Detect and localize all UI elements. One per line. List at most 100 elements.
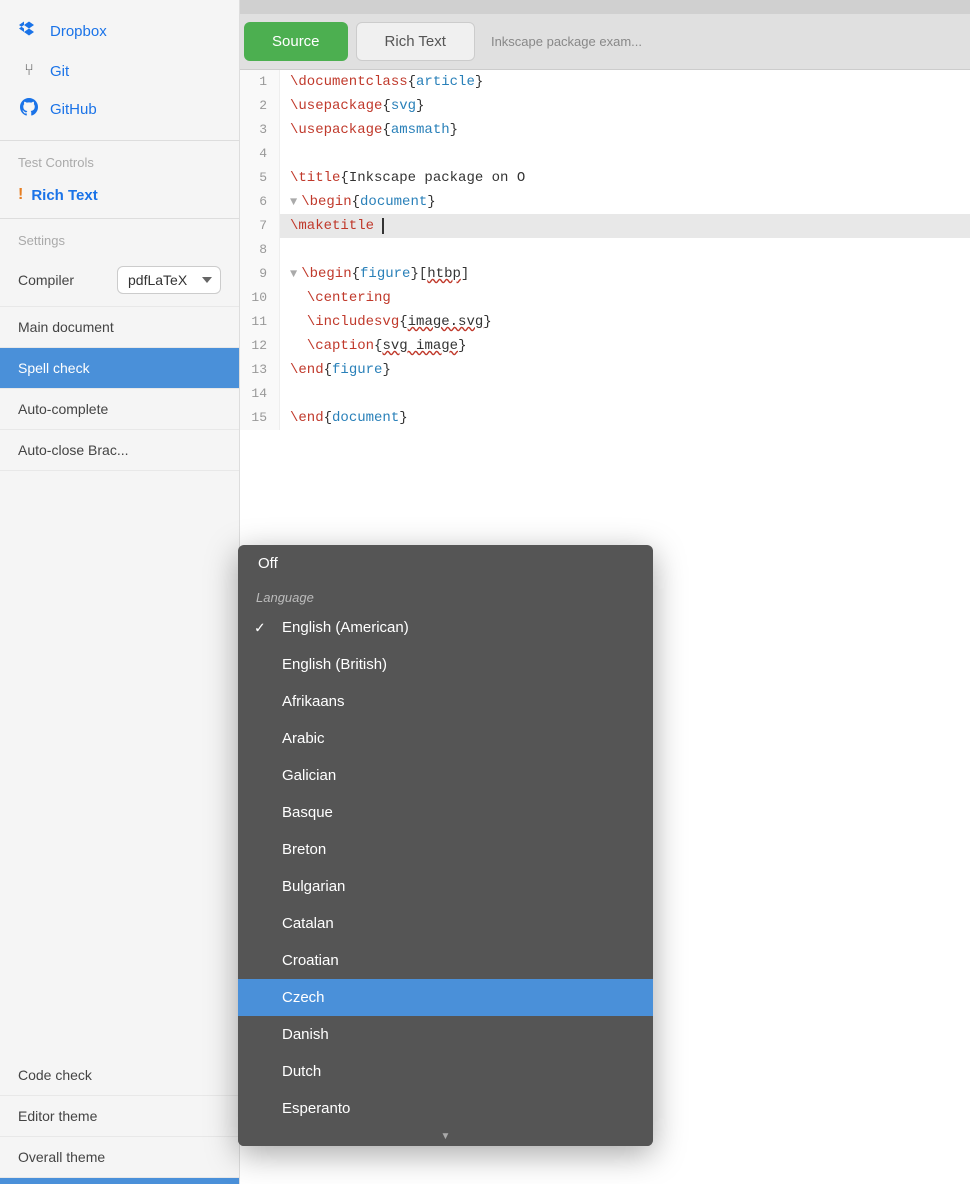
line-content-13: \end{figure}	[280, 358, 391, 382]
compiler-select[interactable]: pdfLaTeX LuaLaTeX XeLaTeX	[117, 266, 221, 294]
auto-complete-label: Auto-complete	[18, 401, 108, 417]
dropdown-item-dutch[interactable]: Dutch	[238, 1053, 653, 1090]
editor-topbar: Source Rich Text Inkscape package exam..…	[240, 14, 970, 70]
line-content-15: \end{document}	[280, 406, 408, 430]
dropbox-icon	[18, 19, 40, 44]
settings-row-editor-theme[interactable]: Editor theme	[0, 1096, 239, 1137]
dropdown-item-danish[interactable]: Danish	[238, 1016, 653, 1053]
dropdown-item-catalan[interactable]: Catalan	[238, 905, 653, 942]
scroll-down-icon: ▼	[441, 1131, 451, 1142]
line-number-9: 9	[240, 262, 280, 286]
code-line-8: 8	[240, 238, 970, 262]
line-content-11: \includesvg{image.svg}	[280, 310, 492, 334]
git-label: Git	[50, 63, 69, 80]
line-number-13: 13	[240, 358, 280, 382]
bottom-accent-bar	[0, 1178, 239, 1184]
line-content-2: \usepackage{svg}	[280, 94, 424, 118]
dropdown-item-afrikaans[interactable]: Afrikaans	[238, 683, 653, 720]
settings-row-spell-check[interactable]: Spell check	[0, 348, 239, 389]
sidebar-nav: Dropbox ⑂ Git GitHub	[0, 0, 239, 136]
code-line-9: 9 ▼\begin{figure}[htbp]	[240, 262, 970, 286]
dropdown-item-english-british[interactable]: English (British)	[238, 646, 653, 683]
overall-theme-label: Overall theme	[18, 1149, 105, 1165]
line-number-12: 12	[240, 334, 280, 358]
code-line-13: 13 \end{figure}	[240, 358, 970, 382]
main-document-label: Main document	[18, 319, 114, 335]
code-line-14: 14	[240, 382, 970, 406]
line-number-15: 15	[240, 406, 280, 430]
dropdown-item-english-american[interactable]: ✓ English (American)	[238, 609, 653, 646]
line-number-2: 2	[240, 94, 280, 118]
line-number-11: 11	[240, 310, 280, 334]
editor-theme-label: Editor theme	[18, 1108, 97, 1124]
settings-row-overall-theme[interactable]: Overall theme	[0, 1137, 239, 1178]
line-content-1: \documentclass{article}	[280, 70, 483, 94]
settings-row-main-document: Main document	[0, 307, 239, 348]
dropdown-item-arabic[interactable]: Arabic	[238, 720, 653, 757]
dropdown-item-croatian[interactable]: Croatian	[238, 942, 653, 979]
line-content-7: \maketitle	[280, 214, 384, 238]
auto-close-brac-label: Auto-close Brac...	[18, 442, 129, 458]
line-content-14	[280, 382, 298, 406]
line-content-3: \usepackage{amsmath}	[280, 118, 458, 142]
spell-check-dropdown: Off Language ✓ English (American) Englis…	[238, 545, 653, 1146]
dropdown-item-breton[interactable]: Breton	[238, 831, 653, 868]
settings-row-compiler: Compiler pdfLaTeX LuaLaTeX XeLaTeX	[0, 254, 239, 307]
dropdown-scroll-arrow[interactable]: ▼	[238, 1127, 653, 1146]
tab-rich-text[interactable]: Rich Text	[356, 22, 475, 61]
dropdown-item-bulgarian[interactable]: Bulgarian	[238, 868, 653, 905]
line-content-12: \caption{svg image}	[280, 334, 466, 358]
line-number-5: 5	[240, 166, 280, 190]
sidebar: Dropbox ⑂ Git GitHub Test Controls ! Ric…	[0, 0, 240, 1184]
line-number-14: 14	[240, 382, 280, 406]
editor-topbar-spacer	[240, 0, 970, 14]
test-controls-section: Test Controls	[0, 140, 239, 176]
sidebar-item-git[interactable]: ⑂ Git	[0, 53, 239, 89]
code-line-11: 11 \includesvg{image.svg}	[240, 310, 970, 334]
line-number-1: 1	[240, 70, 280, 94]
settings-section-label: Settings	[0, 218, 239, 254]
code-line-2: 2 \usepackage{svg}	[240, 94, 970, 118]
dropdown-item-off[interactable]: Off	[238, 545, 653, 582]
line-number-3: 3	[240, 118, 280, 142]
code-line-15: 15 \end{document}	[240, 406, 970, 430]
sidebar-item-dropbox[interactable]: Dropbox	[0, 10, 239, 53]
github-label: GitHub	[50, 101, 97, 118]
line-number-7: 7	[240, 214, 280, 238]
dropbox-label: Dropbox	[50, 23, 107, 40]
rich-text-nav-item[interactable]: ! Rich Text	[0, 176, 239, 214]
line-content-4	[280, 142, 298, 166]
spell-check-label: Spell check	[18, 360, 90, 376]
settings-row-auto-close-brac[interactable]: Auto-close Brac...	[0, 430, 239, 471]
selected-checkmark: ✓	[254, 619, 266, 636]
code-line-10: 10 \centering	[240, 286, 970, 310]
editor-file-title: Inkscape package exam...	[479, 14, 654, 69]
line-content-6: ▼\begin{document}	[280, 190, 436, 214]
settings-row-auto-complete[interactable]: Auto-complete	[0, 389, 239, 430]
settings-row-code-check[interactable]: Code check	[0, 1055, 239, 1096]
line-content-8	[280, 238, 298, 262]
line-number-6: 6	[240, 190, 280, 214]
line-content-10: \centering	[280, 286, 391, 310]
line-number-4: 4	[240, 142, 280, 166]
code-line-1: 1 \documentclass{article}	[240, 70, 970, 94]
line-number-8: 8	[240, 238, 280, 262]
sidebar-item-github[interactable]: GitHub	[0, 89, 239, 130]
rich-text-nav-label: Rich Text	[31, 187, 97, 204]
code-line-7: 7 \maketitle	[240, 214, 970, 238]
git-icon: ⑂	[18, 62, 40, 80]
line-number-10: 10	[240, 286, 280, 310]
dropdown-item-basque[interactable]: Basque	[238, 794, 653, 831]
code-line-6: 6 ▼\begin{document}	[240, 190, 970, 214]
dropdown-item-czech[interactable]: Czech	[238, 979, 653, 1016]
github-icon	[18, 98, 40, 121]
compiler-label: Compiler	[18, 272, 74, 288]
code-line-12: 12 \caption{svg image}	[240, 334, 970, 358]
line-content-5: \title{Inkscape package on O	[280, 166, 525, 190]
code-line-4: 4	[240, 142, 970, 166]
dropdown-item-galician[interactable]: Galician	[238, 757, 653, 794]
code-line-3: 3 \usepackage{amsmath}	[240, 118, 970, 142]
dropdown-item-esperanto[interactable]: Esperanto	[238, 1090, 653, 1127]
code-line-5: 5 \title{Inkscape package on O	[240, 166, 970, 190]
tab-source[interactable]: Source	[244, 22, 348, 61]
